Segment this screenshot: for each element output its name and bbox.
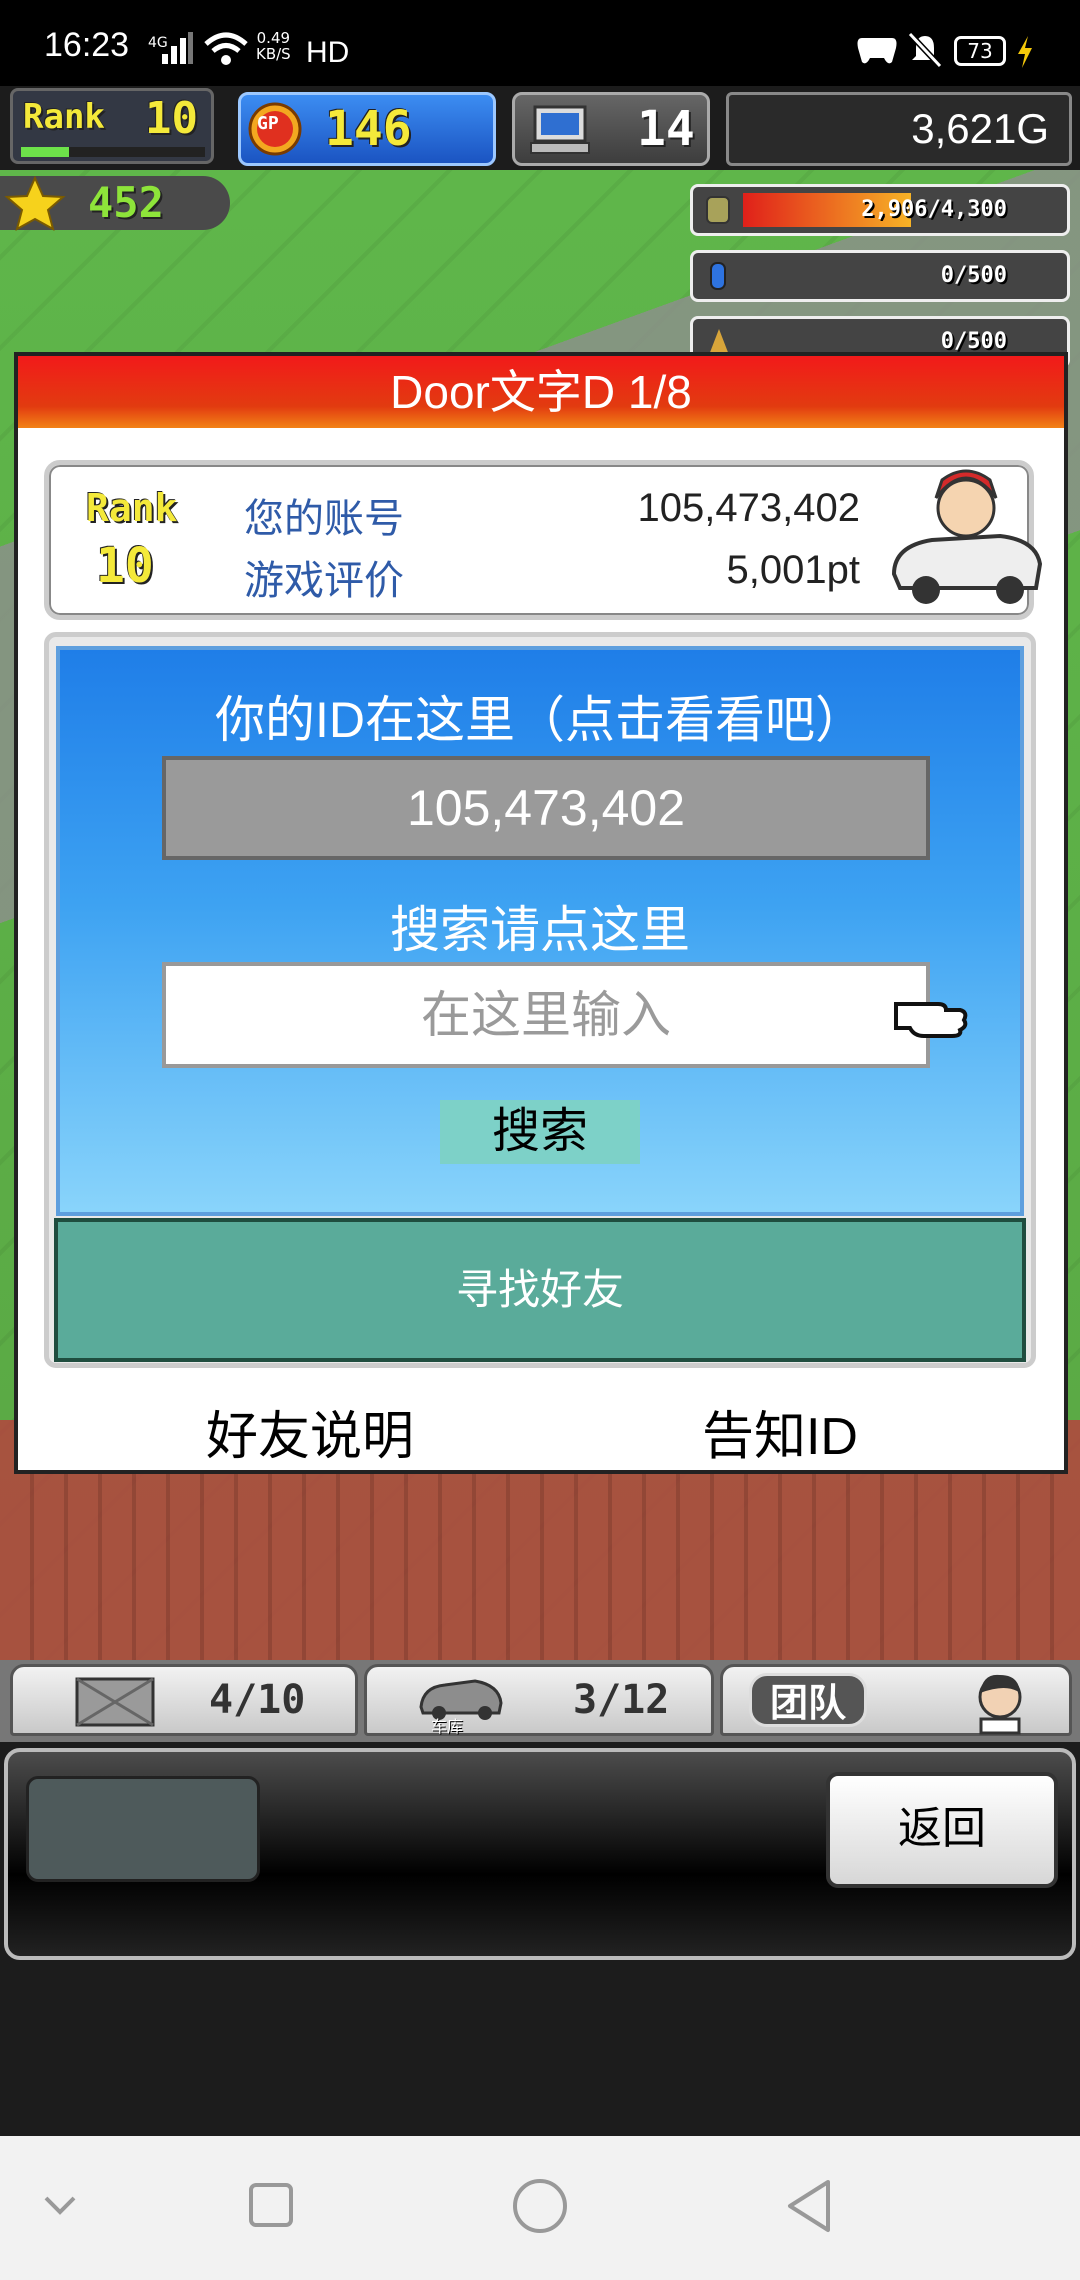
computer-icon [530,105,590,154]
chevron-down-icon[interactable] [40,2186,80,2226]
find-friend-button[interactable]: 寻找好友 [54,1218,1026,1362]
mute-notifications-icon [908,32,942,68]
gp-display[interactable]: GP 146 [238,92,496,166]
speed-value: 0.49 [256,29,291,47]
back-nav-icon[interactable] [782,2176,838,2236]
star-count: 452 [88,178,164,227]
status-bar: 16:23 4G 0.49 KB/S HD 73 [0,0,1080,86]
account-label: 您的账号 [244,497,404,541]
parts-value: 0/500 [940,329,1007,354]
star-icon [4,176,66,232]
notify-id-button[interactable]: 告知ID [640,1394,920,1466]
search-button[interactable]: 搜索 [440,1100,640,1164]
team-label: 团队 [749,1673,868,1727]
fuel-value: 0/500 [940,263,1007,288]
pc-value: 14 [637,101,695,157]
card-rank-label: Rank [86,486,178,530]
gp-value: 146 [325,101,412,157]
wifi-icon [204,32,248,65]
speed-unit: KB/S [256,45,291,63]
hd-indicator: HD [306,36,350,69]
recent-apps-icon[interactable] [246,2180,296,2230]
fuel-icon [710,262,726,290]
rank-display: Rank 10 [10,88,214,164]
coins-value: 2,906/4,300 [861,197,1007,222]
battery-level: 73 [954,36,1006,66]
gold-amount: 3,621G [726,92,1072,166]
tab-items[interactable]: 4/10 [10,1664,358,1736]
friend-help-button[interactable]: 好友说明 [160,1394,460,1466]
staff-avatar-icon [978,1674,1022,1735]
empty-dark-area [0,1962,1080,2136]
tab-team[interactable]: 团队 [720,1664,1072,1736]
blank-button[interactable] [26,1776,260,1882]
garage-label: 车库 [431,1717,464,1736]
coins-icon [706,196,730,224]
system-nav-bar [0,2136,1080,2280]
charging-icon [1018,36,1032,68]
rating-label: 游戏评价 [244,559,404,603]
resource-bar-coins: 2,906/4,300 [690,184,1070,236]
rank-progress-fill [21,147,69,157]
gamepad-icon [857,38,897,64]
resource-bar-fuel: 0/500 [690,250,1070,302]
network-speed: 0.49 KB/S [256,30,291,62]
tab-garage[interactable]: 车库 3/12 [364,1664,714,1736]
rating-value: 5,001pt [726,548,860,592]
signal-icon [162,32,193,64]
card-rank-value: 10 [96,538,154,594]
home-icon[interactable] [510,2176,570,2236]
pc-count-display: 14 [512,92,710,166]
my-id-field[interactable]: 105,473,402 [162,756,930,860]
search-caption: 搜索请点这里 [390,902,690,958]
account-value: 105,473,402 [637,486,860,530]
star-count-display: 452 [0,176,230,232]
rank-label: Rank [23,97,105,137]
driver-car-avatar [891,469,1043,604]
items-count: 4/10 [209,1677,306,1723]
pointing-hand-icon [894,1002,968,1038]
garage-count: 3/12 [573,1677,670,1723]
back-button[interactable]: 返回 [826,1772,1058,1888]
friend-id-search-input[interactable]: 在这里输入 [162,962,930,1068]
status-time: 16:23 [44,26,130,64]
id-caption: 你的ID在这里（点击看看吧） [215,692,865,748]
gp-label: GP [257,113,279,134]
rank-progress [21,147,205,157]
crate-icon [75,1677,155,1727]
rank-value: 10 [145,93,198,144]
popup-title: Door文字D 1/8 [18,356,1064,428]
